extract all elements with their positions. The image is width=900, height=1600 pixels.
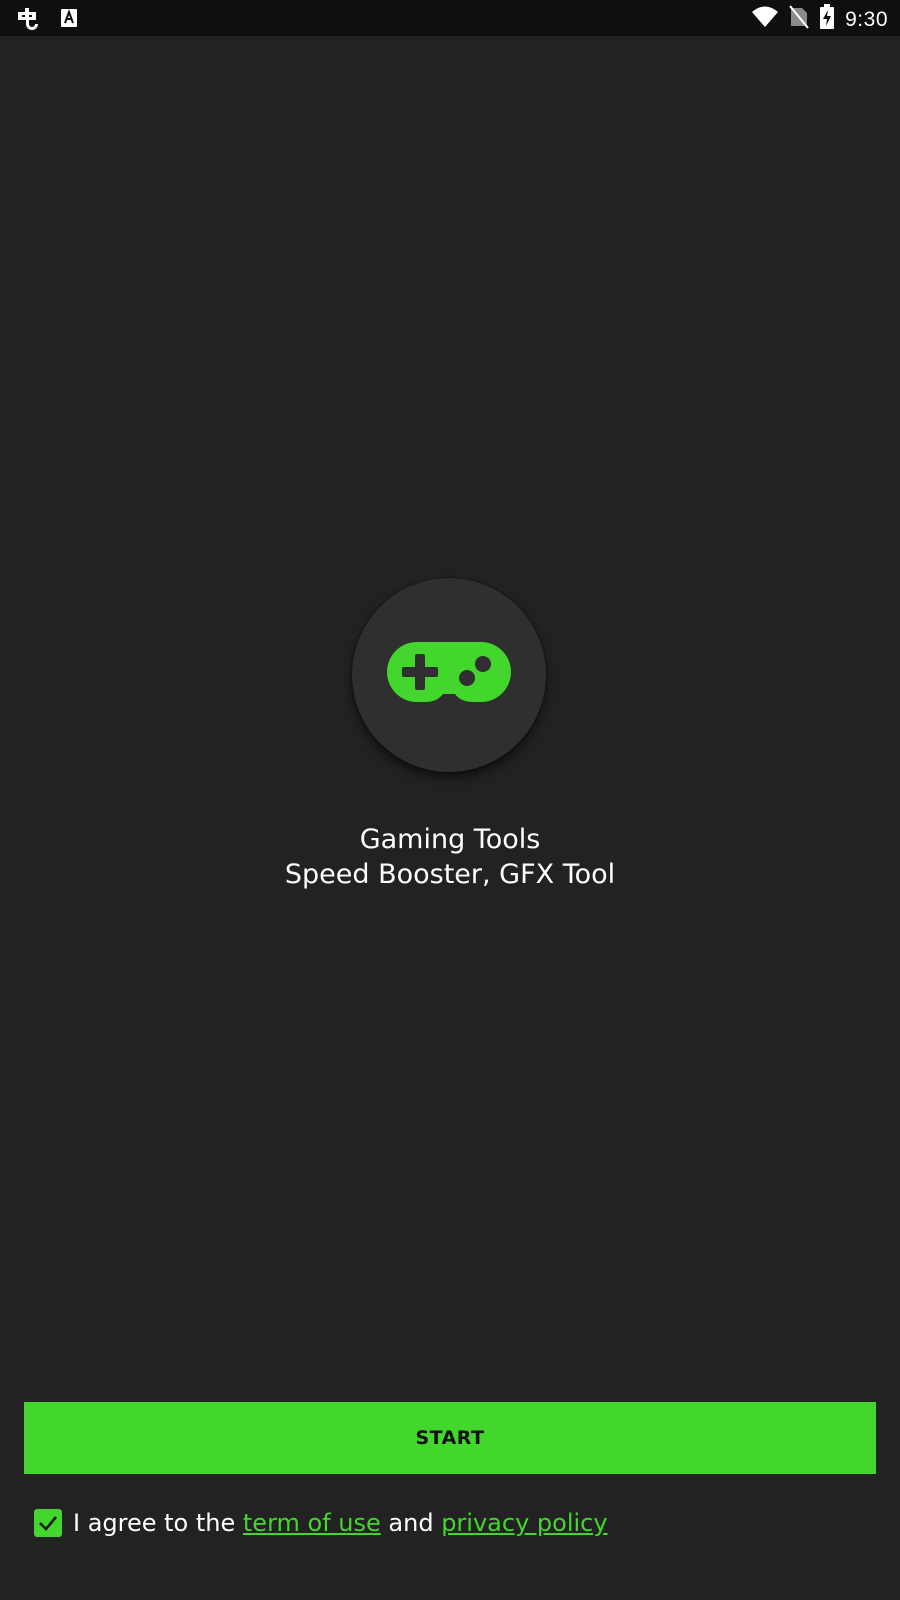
app-logo bbox=[352, 578, 546, 772]
app-screen: 9:30 Gaming Tools Speed Booster, GFX Too… bbox=[0, 0, 900, 1600]
agreement-row: I agree to the term of use and privacy p… bbox=[34, 1506, 608, 1540]
privacy-policy-link[interactable]: privacy policy bbox=[441, 1509, 607, 1537]
no-sim-icon bbox=[789, 5, 809, 34]
battery-charging-icon bbox=[819, 4, 835, 35]
app-subtitle: Speed Booster, GFX Tool bbox=[284, 859, 616, 890]
puzzle-bug-icon bbox=[14, 5, 40, 36]
wifi-icon bbox=[751, 5, 779, 34]
keyboard-a-icon bbox=[60, 8, 78, 33]
terms-of-use-link[interactable]: term of use bbox=[243, 1509, 381, 1537]
agree-checkbox[interactable] bbox=[34, 1509, 62, 1537]
start-button[interactable]: START bbox=[24, 1402, 876, 1474]
gamepad-icon bbox=[387, 640, 511, 711]
status-right-icons: 9:30 bbox=[751, 4, 888, 35]
app-title: Gaming Tools bbox=[359, 824, 541, 855]
status-left-icons bbox=[14, 5, 78, 36]
agree-prefix-text: I agree to the bbox=[73, 1509, 243, 1537]
app-titles: Gaming Tools Speed Booster, GFX Tool bbox=[0, 822, 900, 892]
status-time: 9:30 bbox=[845, 7, 888, 31]
status-bar: 9:30 bbox=[0, 0, 900, 36]
agree-conjunction-text: and bbox=[380, 1509, 442, 1537]
checkmark-icon bbox=[39, 1516, 57, 1531]
